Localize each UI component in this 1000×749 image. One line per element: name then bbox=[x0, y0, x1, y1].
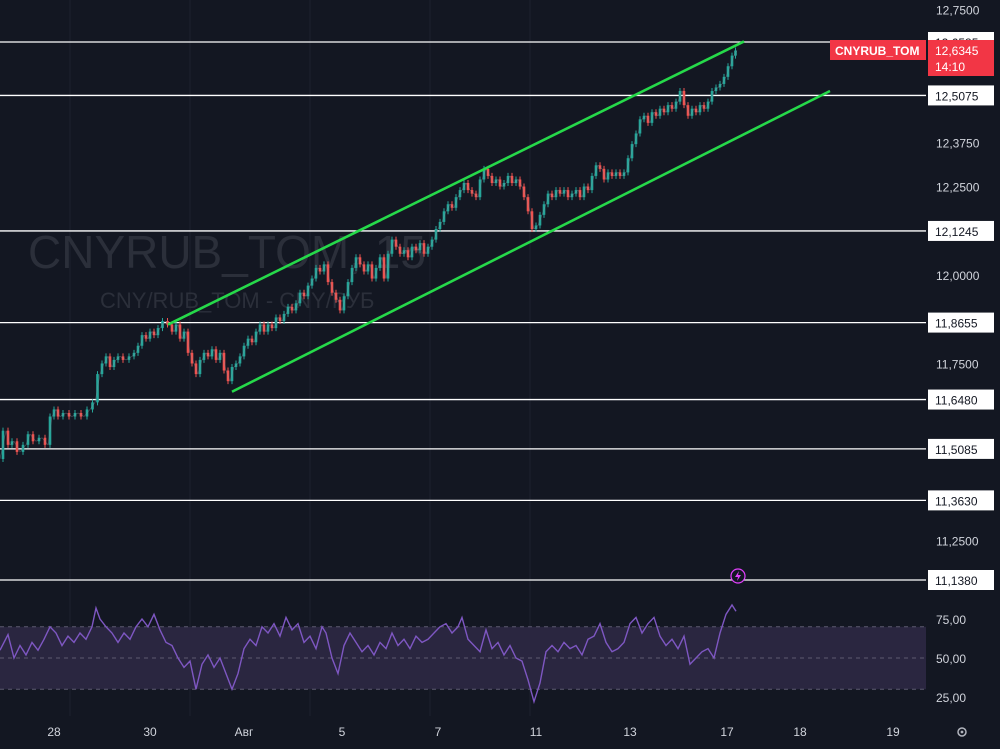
time-axis-tick: 28 bbox=[47, 725, 61, 739]
level-label: 11,1380 bbox=[935, 574, 978, 588]
gear-icon-hub bbox=[960, 730, 964, 734]
time-axis-tick: 11 bbox=[530, 725, 543, 739]
price-axis-tick: 12,7500 bbox=[936, 4, 980, 18]
time-axis-tick: 18 bbox=[793, 725, 807, 739]
level-label: 11,5085 bbox=[935, 443, 978, 457]
symbol-badge-label: CNYRUB_TOM bbox=[835, 44, 919, 58]
level-label: 12,5075 bbox=[935, 89, 979, 103]
lightning-alert-icon[interactable] bbox=[730, 568, 746, 584]
level-label: 11,3630 bbox=[935, 494, 978, 508]
time-axis-tick: 19 bbox=[886, 725, 900, 739]
time-axis-tick: Авг bbox=[235, 725, 254, 739]
price-axis-tick: 12,3750 bbox=[936, 136, 980, 150]
chart-canvas[interactable]: CNYRUB_TOM, 15 CNY/RUB_TOM - CNY/РУБ 12,… bbox=[0, 0, 1000, 744]
price-axis-tick: 12,0000 bbox=[936, 269, 980, 283]
bar-countdown-label: 14:10 bbox=[935, 60, 965, 74]
time-axis-tick: 17 bbox=[720, 725, 734, 739]
time-axis-tick: 13 bbox=[623, 725, 637, 739]
rsi-axis-tick: 25,00 bbox=[936, 691, 966, 705]
price-axis-tick: 11,2500 bbox=[936, 534, 979, 548]
time-axis-tick: 30 bbox=[143, 725, 157, 739]
rsi-axis-tick: 75,00 bbox=[936, 613, 966, 627]
chart[interactable]: CNYRUB_TOM, 15 CNY/RUB_TOM - CNY/РУБ 12,… bbox=[0, 0, 1000, 744]
watermark-symbol: CNYRUB_TOM, 15 bbox=[28, 226, 426, 278]
level-label: 12,1245 bbox=[935, 225, 979, 239]
time-axis-tick: 7 bbox=[435, 725, 442, 739]
price-axis-tick: 12,2500 bbox=[936, 181, 980, 195]
rsi-axis-tick: 50,00 bbox=[936, 652, 966, 666]
last-price-label: 12,6345 bbox=[935, 44, 979, 58]
level-label: 11,6480 bbox=[935, 394, 978, 408]
price-axis-tick: 11,7500 bbox=[936, 357, 979, 371]
time-axis-tick: 5 bbox=[339, 725, 346, 739]
level-label: 11,8655 bbox=[935, 317, 978, 331]
